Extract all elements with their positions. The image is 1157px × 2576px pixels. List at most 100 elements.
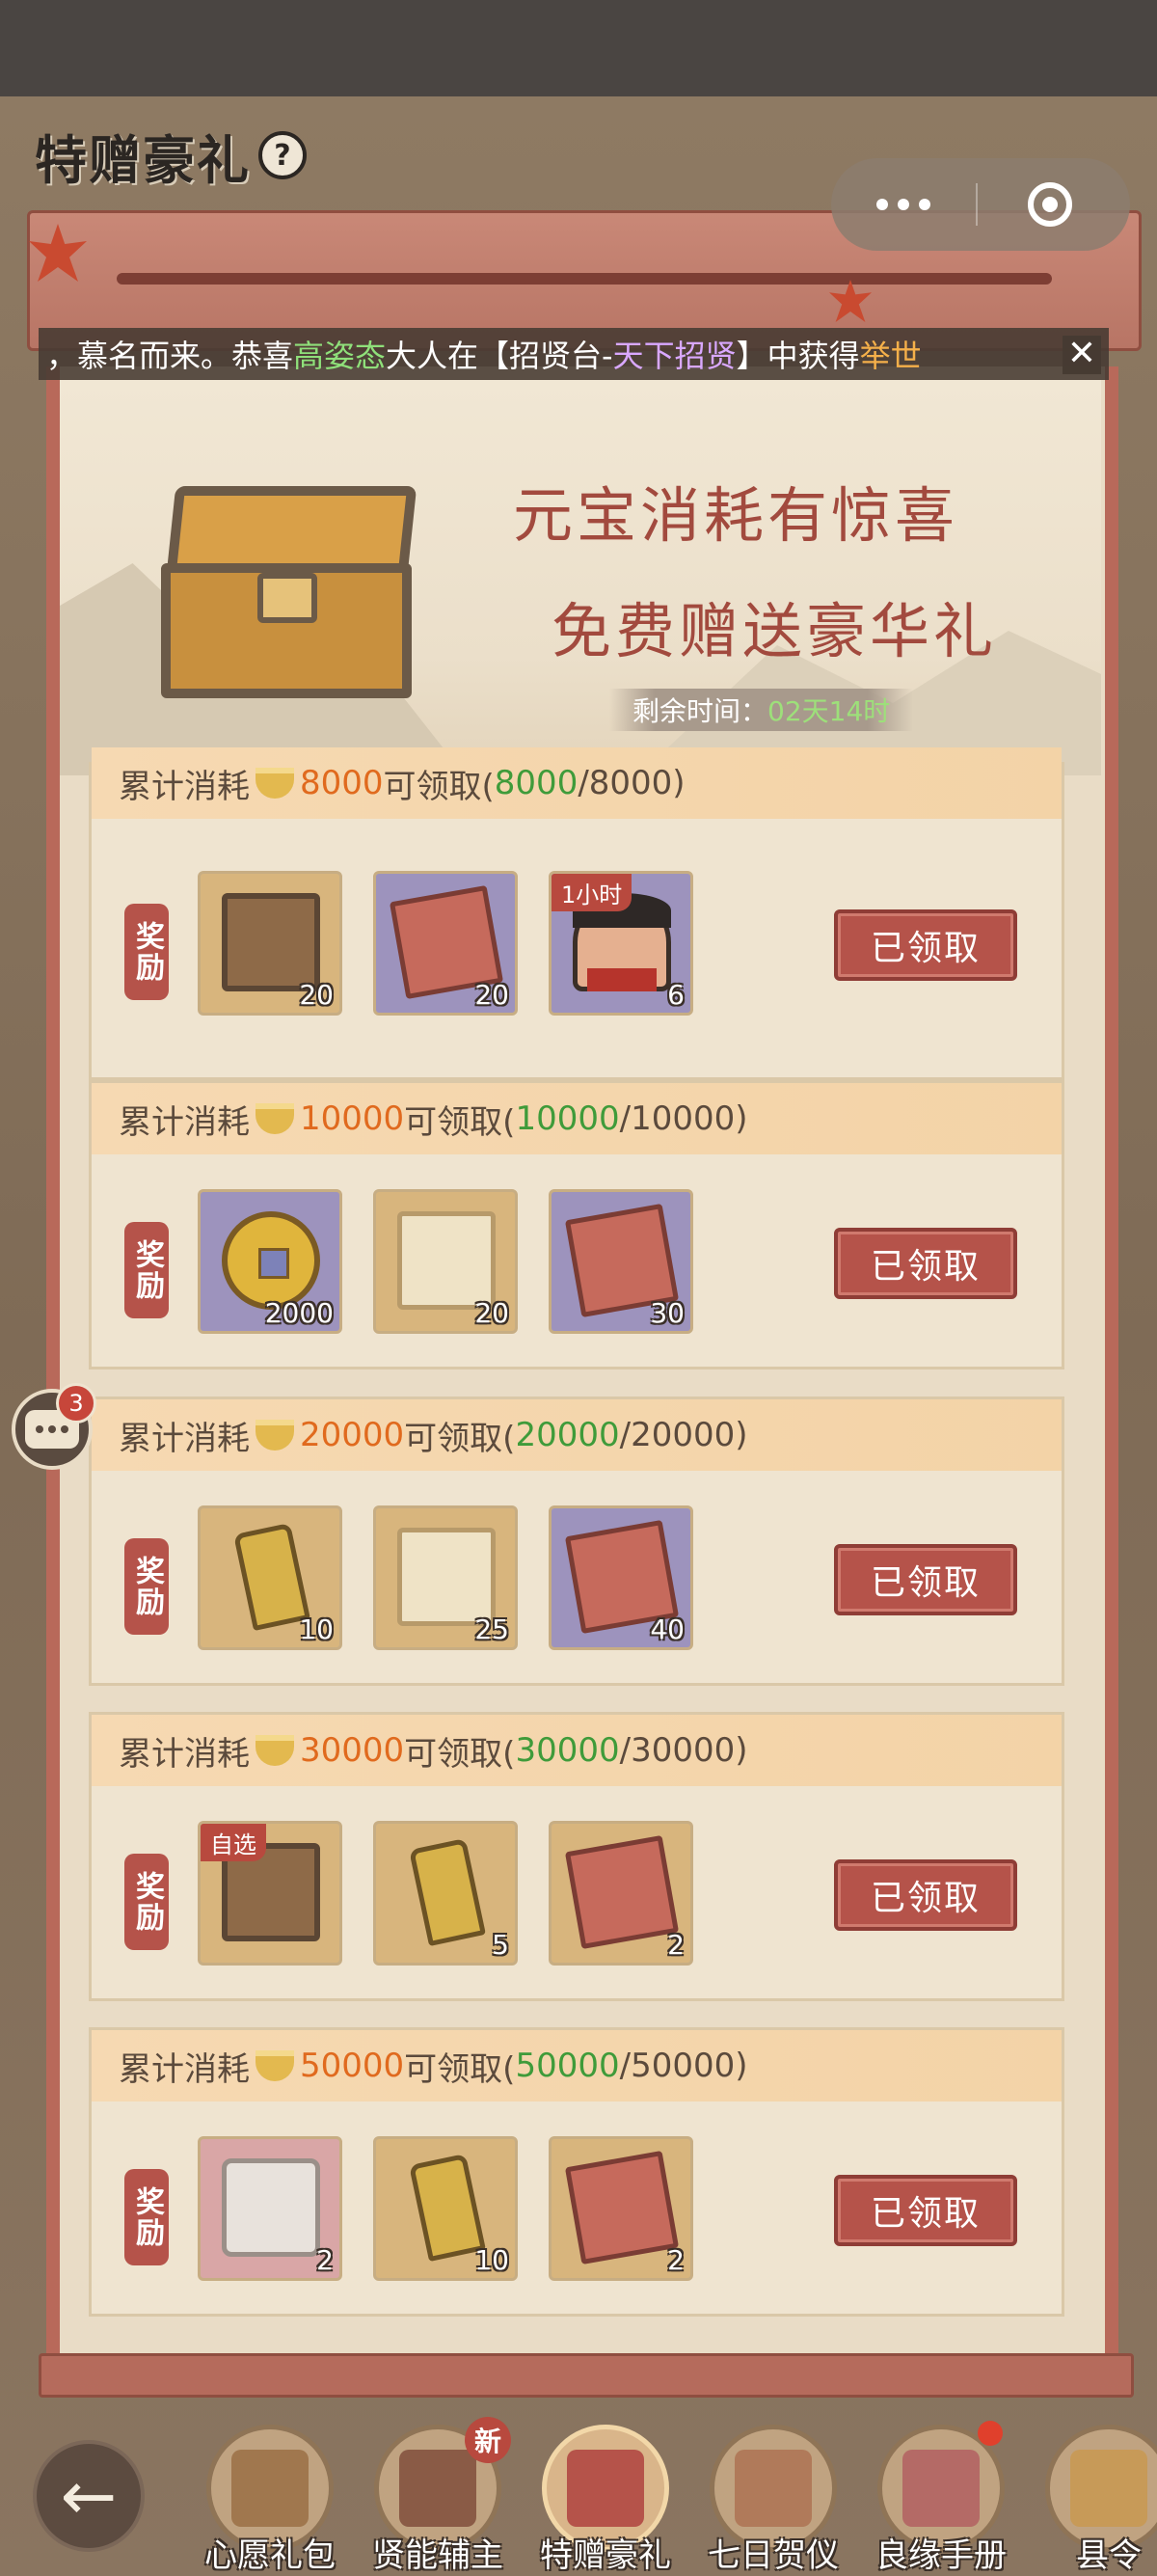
reward-item[interactable]: 25 — [373, 1505, 518, 1650]
scroll-icon — [397, 1211, 496, 1310]
event-banner: 元宝消耗有惊喜 免费赠送豪华礼 剩余时间： 02天14时 — [60, 380, 1101, 775]
card-header: 累计消耗 20000 可领取(20000/20000) — [92, 1399, 1062, 1471]
announcement-marquee: ，慕名而来。恭喜高姿态大人在【招贤台-天下招贤】中获得举世 ✕ — [39, 328, 1109, 380]
claim-label: 可领取( — [404, 2049, 516, 2089]
timer-label: 剩余时间： — [632, 695, 768, 727]
reward-item[interactable]: 20 — [198, 871, 342, 1016]
item-count: 20 — [299, 979, 334, 1011]
nav-item[interactable]: 七日贺仪 — [696, 2421, 850, 2575]
card-header: 累计消耗 30000 可领取(30000/30000) — [92, 1715, 1062, 1786]
nav-item[interactable]: 特赠豪礼 — [528, 2421, 683, 2575]
nav-item-icon — [735, 2450, 812, 2527]
reward-tag: 奖励 — [124, 2169, 169, 2265]
reward-item[interactable]: 2 — [549, 1821, 693, 1966]
item-corner-tag: 自选 — [201, 1824, 266, 1861]
nav-item-icon — [567, 2450, 644, 2527]
nav-item-icon — [902, 2450, 980, 2527]
scroll-rod — [117, 273, 1052, 285]
announcement-mid: 大人在【招贤台- — [386, 338, 613, 374]
claim-label: 可领取( — [404, 1102, 516, 1142]
back-button[interactable]: ← — [33, 2440, 145, 2552]
spend-total: /30000) — [619, 1731, 748, 1770]
more-options-button[interactable] — [831, 199, 976, 210]
reward-item[interactable]: 10 — [198, 1505, 342, 1650]
claimed-button[interactable]: 已领取 — [834, 909, 1017, 981]
treasure-chest-icon — [132, 467, 431, 708]
dot-icon — [876, 199, 888, 210]
claim-label: 可领取( — [383, 767, 495, 806]
reward-item[interactable]: 40 — [549, 1505, 693, 1650]
spend-total: /10000) — [619, 1099, 748, 1138]
ingot-icon — [256, 1420, 294, 1451]
claimed-button[interactable]: 已领取 — [834, 2175, 1017, 2246]
reward-item[interactable]: 5 — [373, 1821, 518, 1966]
cauldron-icon — [222, 2158, 320, 2257]
spend-progress: 20000 — [515, 1416, 620, 1454]
spend-total: /50000) — [619, 2047, 748, 2085]
banner-headline: 元宝消耗有惊喜 — [513, 480, 959, 551]
spend-target: 50000 — [300, 2047, 405, 2085]
ingot-icon — [256, 1103, 294, 1134]
claimed-button[interactable]: 已领取 — [834, 1544, 1017, 1615]
announcement-player: 高姿态 — [293, 338, 387, 374]
announcement-activity: 天下招贤 — [612, 338, 737, 374]
nav-item-label: 良缘手册 — [875, 2536, 1007, 2575]
item-count: 2000 — [264, 1297, 334, 1329]
nav-item-label: 七日贺仪 — [708, 2536, 839, 2575]
status-bar — [0, 0, 1157, 96]
gold-token-icon — [409, 1837, 486, 1947]
reward-item[interactable]: 自选 — [198, 1821, 342, 1966]
item-count: 2 — [667, 1929, 685, 1961]
claimed-button[interactable]: 已领取 — [834, 1228, 1017, 1299]
nav-item-label: 贤能辅主 — [372, 2536, 503, 2575]
nav-item-icon — [231, 2450, 309, 2527]
ingot-icon — [256, 768, 294, 799]
reward-item[interactable]: 2 — [549, 2136, 693, 2281]
nav-item[interactable]: 心愿礼包 — [193, 2421, 347, 2575]
item-count: 10 — [474, 2244, 509, 2276]
card-header: 累计消耗 10000 可领取(10000/10000) — [92, 1083, 1062, 1154]
reward-item[interactable]: 20 — [373, 871, 518, 1016]
announcement-prefix: ，慕名而来。恭喜 — [46, 338, 294, 374]
title-ribbon: 特赠豪礼 ? — [10, 114, 307, 197]
claimed-button[interactable]: 已领取 — [834, 1859, 1017, 1931]
reward-card: 累计消耗 30000 可领取(30000/30000) 奖励 已领取 自选 5 2 — [89, 1712, 1064, 2001]
copper-coin-icon — [222, 1211, 320, 1310]
item-count: 25 — [474, 1613, 509, 1645]
countdown-timer: 剩余时间： 02天14时 — [609, 689, 914, 731]
help-icon[interactable]: ? — [258, 131, 307, 179]
spend-target: 30000 — [300, 1731, 405, 1770]
spend-label: 累计消耗 — [119, 767, 250, 806]
item-count: 5 — [492, 1929, 509, 1961]
close-miniprogram-button[interactable] — [1028, 182, 1072, 227]
reward-item[interactable]: 2 — [198, 2136, 342, 2281]
reward-item[interactable]: 10 — [373, 2136, 518, 2281]
chat-badge: 3 — [56, 1383, 96, 1424]
dot-icon — [898, 199, 909, 210]
target-icon — [1042, 197, 1058, 212]
spend-target: 10000 — [300, 1099, 405, 1138]
reward-item[interactable]: 2000 — [198, 1189, 342, 1334]
close-announcement-button[interactable]: ✕ — [1063, 336, 1101, 374]
reward-item[interactable]: 6 1小时 — [549, 871, 693, 1016]
reward-tag: 奖励 — [124, 1854, 169, 1950]
item-count: 20 — [474, 979, 509, 1011]
nav-item[interactable]: 县令 — [1032, 2421, 1157, 2575]
reward-card: 累计消耗 10000 可领取(10000/10000) 奖励 已领取 2000 20 30 — [89, 1080, 1064, 1369]
reward-item[interactable]: 20 — [373, 1189, 518, 1334]
bottom-nav: ← 心愿礼包 贤能辅主 新特赠豪礼 七日贺仪 良缘手册 县令 — [0, 2411, 1157, 2575]
nav-item-label: 县令 — [1076, 2536, 1142, 2575]
item-count: 10 — [299, 1613, 334, 1645]
item-count: 2 — [316, 2244, 334, 2276]
claim-label: 可领取( — [404, 1734, 516, 1774]
banner-subheadline: 免费赠送豪华礼 — [552, 596, 998, 666]
spend-label: 累计消耗 — [119, 1419, 250, 1458]
spend-label: 累计消耗 — [119, 1102, 250, 1142]
reward-item[interactable]: 30 — [549, 1189, 693, 1334]
nav-item-icon — [399, 2450, 476, 2527]
reward-card: 累计消耗 50000 可领取(50000/50000) 奖励 已领取 2 10 2 — [89, 2027, 1064, 2317]
chat-button[interactable]: 3 — [12, 1383, 96, 1470]
nav-item[interactable]: 贤能辅主 新 — [361, 2417, 515, 2575]
nav-item[interactable]: 良缘手册 — [864, 2421, 1018, 2575]
reward-tag: 奖励 — [124, 1222, 169, 1318]
